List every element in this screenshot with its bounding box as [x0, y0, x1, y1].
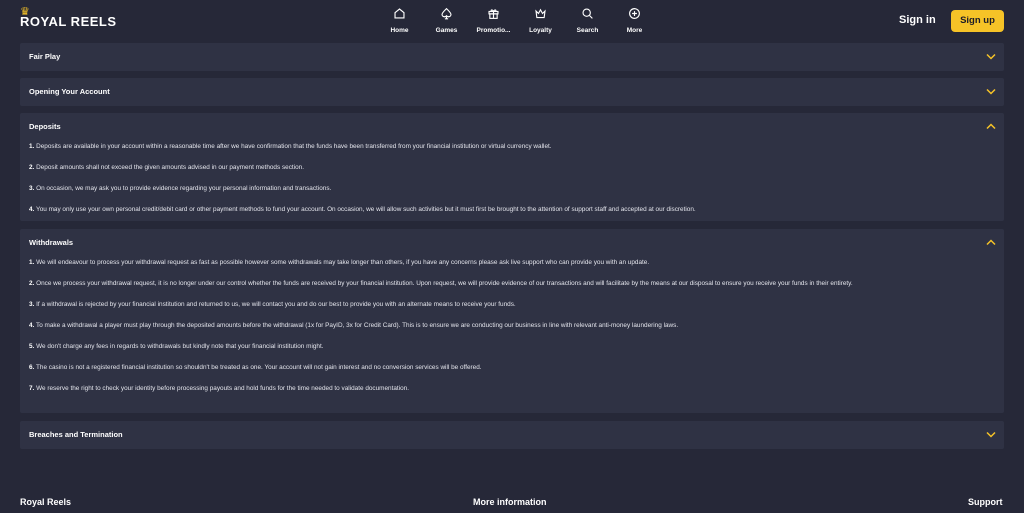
nav-home-label: Home: [390, 27, 409, 34]
list-item: 7. We reserve the right to check your id…: [29, 385, 410, 392]
accordion-opening-account: Opening Your Account: [20, 78, 1004, 106]
nav-games-label: Games: [435, 27, 458, 34]
nav-promotions[interactable]: Promotio...: [470, 7, 517, 34]
list-item: 4. To make a withdrawal a player must pl…: [29, 322, 679, 329]
list-item: 1. Deposits are available in your accoun…: [29, 143, 552, 150]
section-title: Opening Your Account: [29, 87, 110, 96]
list-item: 6. The casino is not a registered financ…: [29, 364, 482, 371]
accordion-withdrawals: Withdrawals 1. We will endeavour to proc…: [20, 229, 1004, 413]
search-icon: [582, 8, 593, 19]
sign-in-link[interactable]: Sign in: [899, 14, 936, 26]
accordion-header-fair-play[interactable]: Fair Play: [20, 43, 1004, 71]
accordion-header-withdrawals[interactable]: Withdrawals: [20, 229, 1004, 257]
logo-text: ROYAL REELS: [20, 14, 117, 29]
spade-icon: [441, 7, 452, 20]
chevron-down-icon[interactable]: [986, 431, 996, 438]
list-item: 5. We don't charge any fees in regards t…: [29, 343, 324, 350]
nav-search[interactable]: Search: [564, 7, 611, 34]
crown-icon: [535, 8, 546, 19]
chevron-up-icon[interactable]: [986, 239, 996, 246]
accordion-header-deposits[interactable]: Deposits: [20, 113, 1004, 141]
accordion-fair-play: Fair Play: [20, 43, 1004, 71]
main-nav: Home Games Promotio... Loyalty Search Mo…: [376, 7, 658, 34]
chevron-down-icon[interactable]: [986, 53, 996, 60]
list-item: 2. Deposit amounts shall not exceed the …: [29, 164, 304, 171]
section-title: Deposits: [29, 122, 61, 131]
nav-more[interactable]: More: [611, 7, 658, 34]
accordion-deposits: Deposits 1. Deposits are available in yo…: [20, 113, 1004, 221]
footer-heading-royal-reels: Royal Reels: [20, 497, 72, 507]
list-item: 4. You may only use your own personal cr…: [29, 206, 696, 213]
nav-home[interactable]: Home: [376, 7, 423, 34]
top-header: ♛ ROYAL REELS Home Games Promotio... Loy…: [0, 0, 1024, 43]
sign-up-button[interactable]: Sign up: [951, 10, 1004, 32]
accordion-body-deposits: 1. Deposits are available in your accoun…: [20, 141, 1004, 215]
accordion-body-withdrawals: 1. We will endeavour to process your wit…: [20, 257, 1004, 394]
chevron-up-icon[interactable]: [986, 123, 996, 130]
accordion-header-breaches-termination[interactable]: Breaches and Termination: [20, 421, 1004, 449]
nav-more-label: More: [626, 27, 643, 34]
footer-heading-more-information: More information: [473, 497, 547, 507]
nav-loyalty-label: Loyalty: [529, 27, 552, 34]
list-item: 1. We will endeavour to process your wit…: [29, 259, 650, 266]
nav-games[interactable]: Games: [423, 7, 470, 34]
nav-search-label: Search: [576, 27, 599, 34]
chevron-down-icon[interactable]: [986, 88, 996, 95]
home-icon: [394, 8, 405, 19]
section-title: Withdrawals: [29, 238, 74, 247]
plus-circle-icon: [629, 8, 640, 19]
nav-loyalty[interactable]: Loyalty: [517, 7, 564, 34]
nav-promotions-label: Promotio...: [476, 27, 511, 34]
list-item: 2. Once we process your withdrawal reque…: [29, 280, 853, 287]
accordion-header-opening-account[interactable]: Opening Your Account: [20, 78, 1004, 106]
footer-heading-support: Support: [968, 497, 1003, 507]
section-title: Fair Play: [29, 52, 61, 61]
accordion-breaches-termination: Breaches and Termination: [20, 421, 1004, 449]
list-item: 3. On occasion, we may ask you to provid…: [29, 185, 332, 192]
royal-reels-logo[interactable]: ♛ ROYAL REELS: [20, 6, 117, 29]
crown-logo-icon: ♛: [20, 6, 31, 18]
gift-icon: [488, 9, 499, 19]
section-title: Breaches and Termination: [29, 430, 123, 439]
list-item: 3. If a withdrawal is rejected by your f…: [29, 301, 516, 308]
